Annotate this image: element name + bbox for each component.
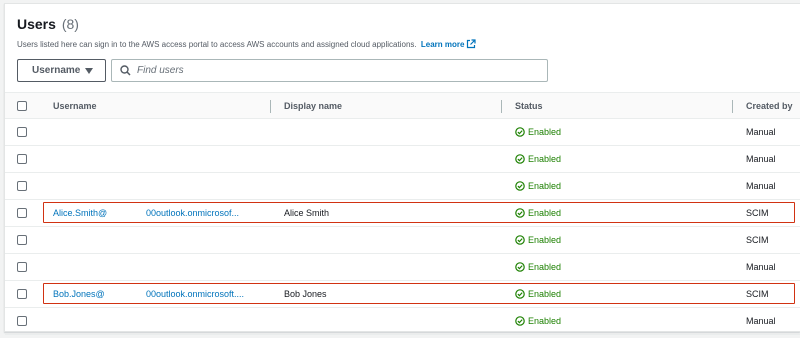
row-checkbox[interactable] xyxy=(17,262,27,272)
highlight-box xyxy=(43,283,795,304)
created-by-cell: Manual xyxy=(746,316,776,326)
column-header-display-name[interactable]: Display name xyxy=(284,93,342,119)
learn-more-label: Learn more xyxy=(420,40,465,49)
check-circle-icon xyxy=(515,127,525,137)
created-by-cell: Manual xyxy=(746,154,776,164)
column-resizer[interactable] xyxy=(732,100,733,113)
display-name-cell xyxy=(284,308,494,334)
username-domain[interactable] xyxy=(146,308,270,334)
property-filter-dropdown[interactable]: Username xyxy=(17,59,106,82)
row-checkbox[interactable] xyxy=(17,289,27,299)
external-link-icon xyxy=(467,39,477,49)
search-input[interactable] xyxy=(137,65,537,76)
check-circle-icon xyxy=(515,181,525,191)
description: Users listed here can sign in to the AWS… xyxy=(17,39,477,49)
status-text: Enabled xyxy=(528,181,562,191)
status-text: Enabled xyxy=(528,127,562,137)
table-row[interactable]: Enabled Manual xyxy=(5,173,800,200)
property-filter-label: Username xyxy=(32,65,81,76)
highlight-box xyxy=(43,202,795,223)
table-row[interactable]: Enabled Manual xyxy=(5,146,800,173)
search-box[interactable] xyxy=(111,59,548,82)
table-row[interactable]: Enabled Manual xyxy=(5,308,800,335)
user-count: (8) xyxy=(61,16,79,32)
title-text: Users xyxy=(17,16,56,32)
table-row[interactable]: Enabled Manual xyxy=(5,119,800,146)
column-header-username[interactable]: Username xyxy=(53,93,97,119)
username-domain[interactable] xyxy=(146,146,270,172)
status-text: Enabled xyxy=(528,235,562,245)
column-resizer[interactable] xyxy=(501,100,502,113)
table-row[interactable]: Enabled Manual xyxy=(5,254,800,281)
check-circle-icon xyxy=(515,262,525,272)
column-resizer[interactable] xyxy=(270,100,271,113)
display-name-cell xyxy=(284,173,494,199)
column-header-status[interactable]: Status xyxy=(515,93,543,119)
page-title: Users (8) xyxy=(17,16,79,32)
display-name-cell xyxy=(284,146,494,172)
status-cell: Enabled xyxy=(515,146,725,172)
learn-more-link[interactable]: Learn more xyxy=(420,39,477,49)
select-all-checkbox[interactable] xyxy=(17,101,27,111)
created-by-cell: Manual xyxy=(746,127,776,137)
check-circle-icon xyxy=(515,154,525,164)
status-text: Enabled xyxy=(528,154,562,164)
status-cell: Enabled xyxy=(515,227,725,253)
status-cell: Enabled xyxy=(515,119,725,145)
row-checkbox[interactable] xyxy=(17,235,27,245)
status-cell: Enabled xyxy=(515,173,725,199)
row-checkbox[interactable] xyxy=(17,127,27,137)
display-name-cell xyxy=(284,254,494,280)
caret-down-icon xyxy=(85,68,93,74)
username-domain[interactable] xyxy=(146,119,270,145)
check-circle-icon xyxy=(515,235,525,245)
column-header-created-by[interactable]: Created by xyxy=(746,93,793,119)
created-by-cell: Manual xyxy=(746,262,776,272)
username-domain[interactable] xyxy=(146,173,270,199)
check-circle-icon xyxy=(515,316,525,326)
row-checkbox[interactable] xyxy=(17,154,27,164)
created-by-cell: Manual xyxy=(746,181,776,191)
status-text: Enabled xyxy=(528,316,562,326)
status-text: Enabled xyxy=(528,262,562,272)
status-cell: Enabled xyxy=(515,254,725,280)
username-domain[interactable] xyxy=(146,254,270,280)
status-cell: Enabled xyxy=(515,308,725,334)
display-name-cell xyxy=(284,119,494,145)
row-checkbox[interactable] xyxy=(17,316,27,326)
username-domain[interactable] xyxy=(146,227,270,253)
description-text: Users listed here can sign in to the AWS… xyxy=(17,40,417,49)
row-checkbox[interactable] xyxy=(17,208,27,218)
users-panel: Users (8) Users listed here can sign in … xyxy=(4,3,800,335)
table-header: Username Display name Status Created by xyxy=(5,92,800,119)
search-icon xyxy=(120,65,131,76)
display-name-cell xyxy=(284,227,494,253)
created-by-cell: SCIM xyxy=(746,235,769,245)
table-row[interactable]: Enabled SCIM xyxy=(5,227,800,254)
row-checkbox[interactable] xyxy=(17,181,27,191)
